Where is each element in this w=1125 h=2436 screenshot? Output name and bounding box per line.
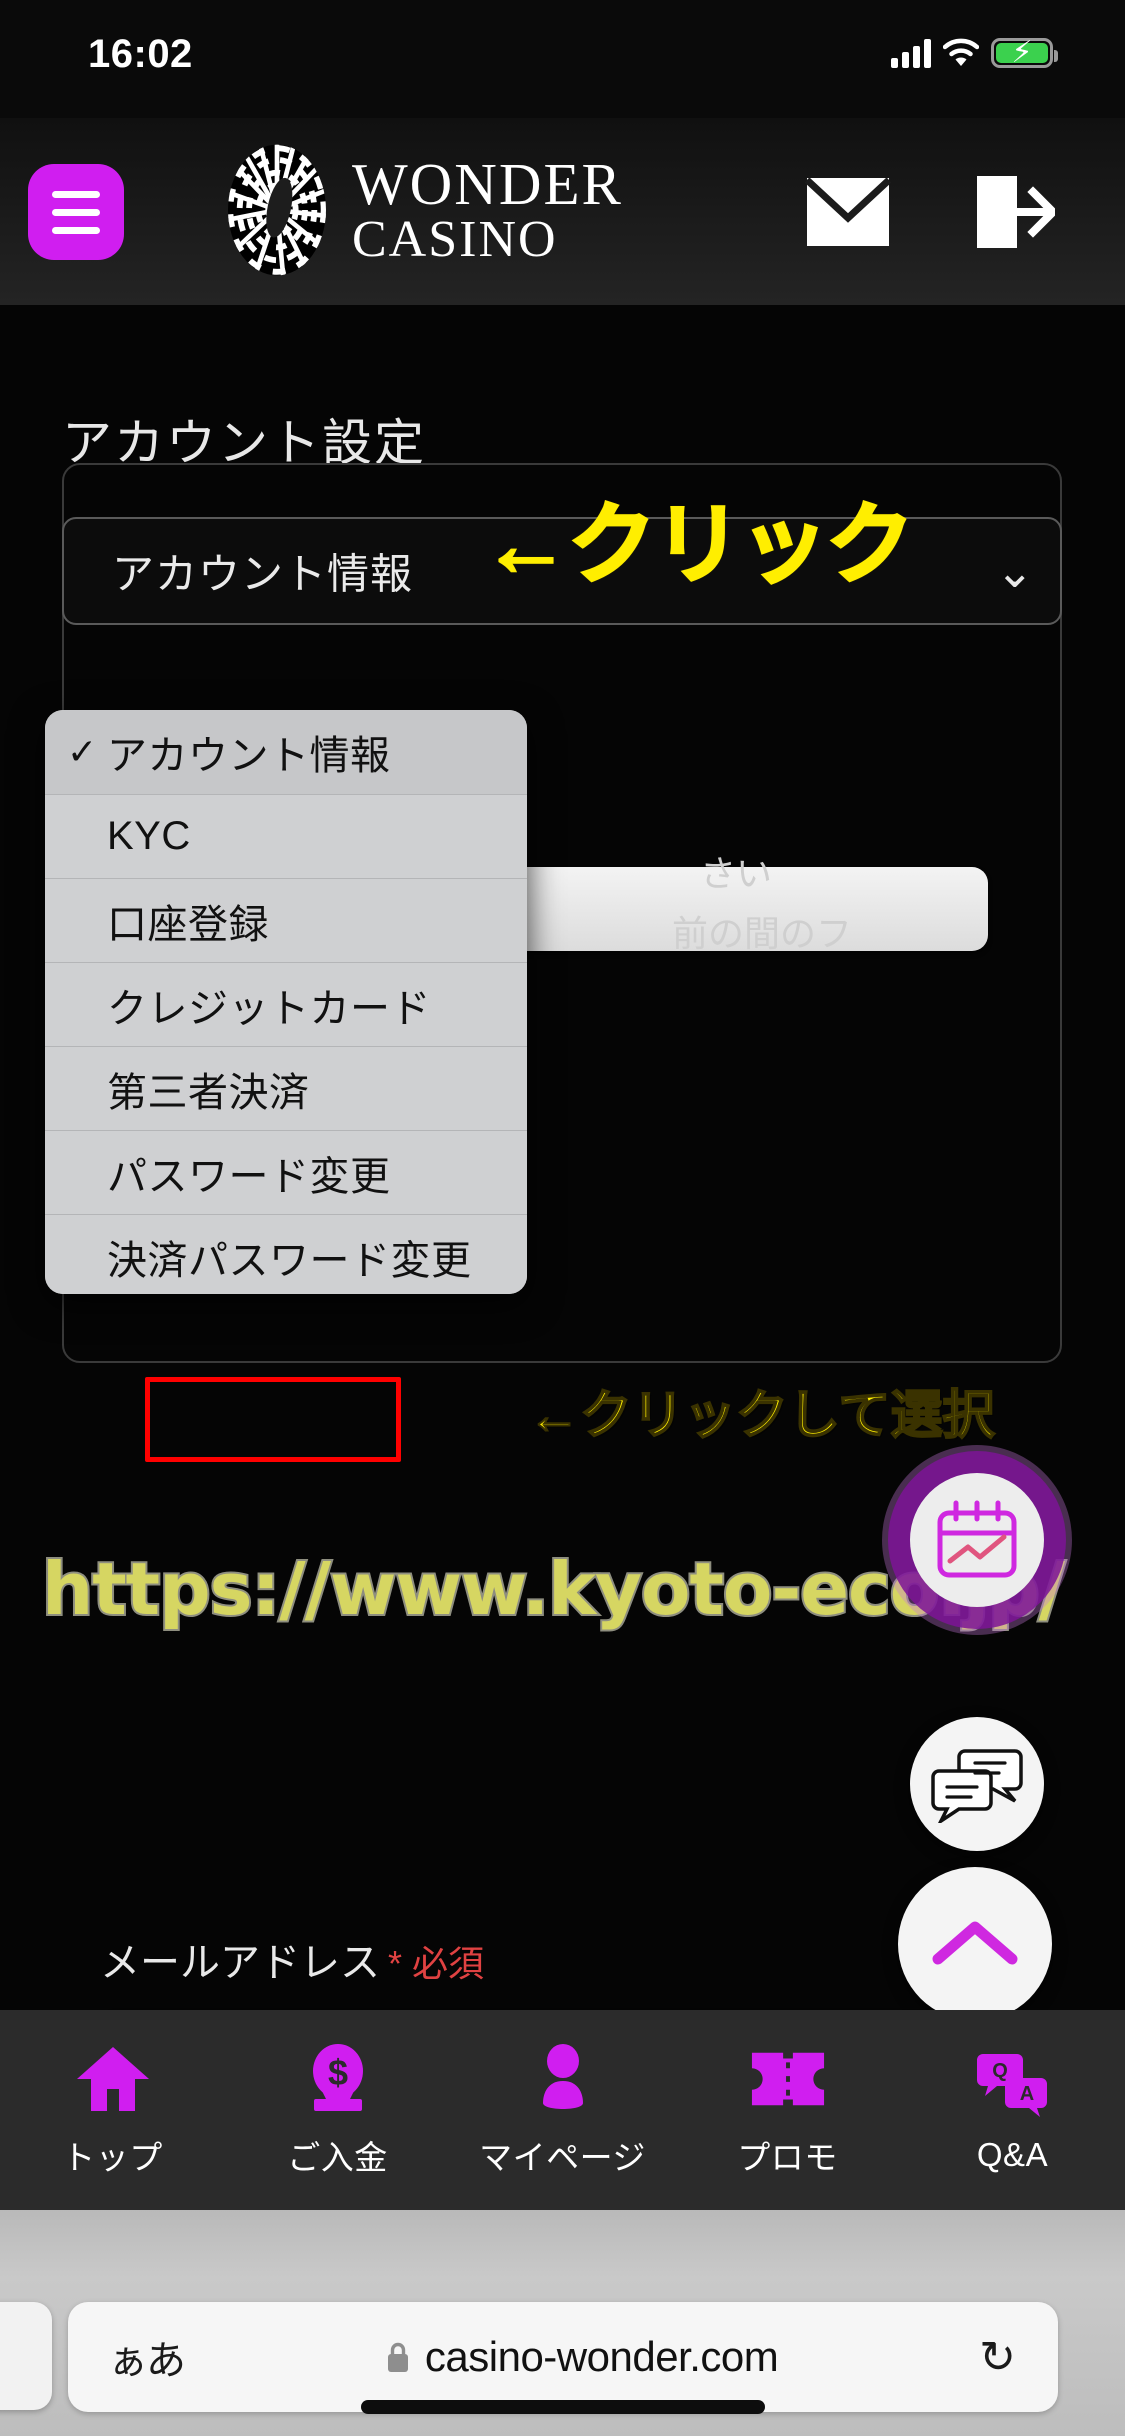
dropdown-item-label: クレジットカード	[107, 986, 431, 1031]
required-badge: * 必須	[388, 1943, 485, 1984]
nav-item-top[interactable]: トップ	[0, 2010, 225, 2210]
scroll-to-top-icon[interactable]	[898, 1867, 1052, 2021]
dropdown-item-bank-registration[interactable]: 口座登録	[45, 878, 527, 962]
url-text: casino-wonder.com	[424, 2333, 779, 2380]
dropdown-item-label: 口座登録	[107, 902, 269, 947]
dropdown-item-account-info[interactable]: ✓ アカウント情報	[45, 710, 527, 794]
nav-item-promo[interactable]: プロモ	[675, 2010, 900, 2210]
status-bar: 16:02 ⚡	[0, 0, 1125, 118]
checkmark-icon: ✓	[67, 731, 98, 772]
svg-text:Q: Q	[992, 2060, 1008, 2082]
nav-label: ご入金	[287, 2139, 388, 2176]
select-selected-value: アカウント情報	[112, 550, 414, 598]
wonder-casino-logo-icon	[228, 144, 326, 276]
background-text-fragment-1: さい	[700, 853, 773, 894]
nav-label: マイページ	[479, 2139, 646, 2176]
select-dropdown-list[interactable]: ✓ アカウント情報 KYC 口座登録 クレジットカード 第三者決済 パスワード変…	[45, 710, 527, 1294]
app-bottom-nav: トップ $ ご入金 マイページ プロモ Q A Q&A	[0, 2010, 1125, 2210]
email-field-label: メールアドレス * 必須	[100, 1930, 484, 1988]
coin-deposit-icon: $	[300, 2041, 376, 2117]
annotation-click: ←クリック	[480, 495, 915, 594]
email-label-text: メールアドレス	[100, 1941, 380, 1985]
qa-bubbles-icon: Q A	[975, 2046, 1051, 2122]
svg-text:A: A	[1019, 2083, 1033, 2105]
dropdown-item-password-change[interactable]: パスワード変更	[45, 1130, 527, 1214]
nav-item-qa[interactable]: Q A Q&A	[900, 2010, 1125, 2210]
url-bar[interactable]: ぁあ casino-wonder.com ↻	[68, 2302, 1058, 2412]
reload-icon[interactable]: ↻	[979, 2332, 1016, 2383]
brand-logo[interactable]: WONDER CASINO	[218, 140, 623, 280]
signal-bars-icon	[891, 38, 931, 68]
person-icon	[525, 2041, 601, 2117]
wifi-icon	[942, 38, 980, 68]
hamburger-menu-icon[interactable]	[28, 164, 124, 260]
envelope-icon[interactable]	[804, 176, 892, 248]
safari-toolbar	[0, 2432, 1125, 2436]
url-display[interactable]: casino-wonder.com	[184, 2333, 979, 2381]
watermark-url: https://www.kyoto-eco.jp/	[40, 1545, 1067, 1633]
nav-item-deposit[interactable]: $ ご入金	[225, 2010, 450, 2210]
dropdown-item-third-party-payment[interactable]: 第三者決済	[45, 1046, 527, 1130]
dropdown-item-kyc[interactable]: KYC	[45, 794, 527, 878]
background-text-fragment-2: 前の間のフ	[672, 913, 853, 954]
safari-browser-bar: ぁあ casino-wonder.com ↻	[0, 2210, 1125, 2436]
svg-text:$: $	[327, 2052, 347, 2093]
dropdown-item-label: KYC	[107, 814, 191, 858]
dropdown-item-label: アカウント情報	[107, 734, 391, 778]
nav-label: トップ	[62, 2139, 163, 2176]
nav-label: Q&A	[976, 2136, 1049, 2173]
home-icon	[75, 2041, 151, 2117]
nav-label: プロモ	[737, 2139, 838, 2176]
dropdown-item-label: 決済パスワード変更	[107, 1238, 472, 1283]
dropdown-item-label: パスワード変更	[107, 1154, 391, 1199]
battery-charging-icon: ⚡	[991, 38, 1058, 68]
annotation-click-to-select: ←クリックして選択	[527, 1387, 995, 1445]
page-content: アカウント設定 さい 前の間のフ アカウント情報 ⌄ ←クリック ✓ アカウント…	[0, 305, 1125, 2210]
dropdown-item-label: 第三者決済	[107, 1070, 310, 1115]
chat-bubbles-icon[interactable]	[910, 1717, 1044, 1851]
calendar-chart-icon[interactable]	[910, 1473, 1044, 1607]
text-size-button[interactable]: ぁあ	[108, 2328, 186, 2386]
logout-icon[interactable]	[975, 174, 1059, 250]
chevron-down-icon: ⌄	[995, 545, 1034, 597]
site-header: WONDER CASINO	[0, 118, 1125, 305]
status-indicators: ⚡	[891, 38, 1058, 68]
lock-icon	[387, 2342, 408, 2372]
brand-line-1: WONDER	[352, 150, 623, 217]
phone-screen: 16:02 ⚡ WONDER CASINO アカウント設定 さい 前の間のフ ア…	[0, 0, 1125, 2436]
dropdown-item-payment-password-change[interactable]: 決済パスワード変更	[45, 1214, 527, 1294]
brand-line-2: CASINO	[352, 210, 558, 268]
home-indicator	[360, 2400, 765, 2414]
highlight-box-credit-card	[145, 1377, 401, 1462]
adjacent-tab[interactable]	[0, 2302, 52, 2410]
dropdown-item-credit-card[interactable]: クレジットカード	[45, 962, 527, 1046]
ticket-icon	[750, 2041, 826, 2117]
status-time: 16:02	[88, 32, 193, 76]
nav-item-mypage[interactable]: マイページ	[450, 2010, 675, 2210]
